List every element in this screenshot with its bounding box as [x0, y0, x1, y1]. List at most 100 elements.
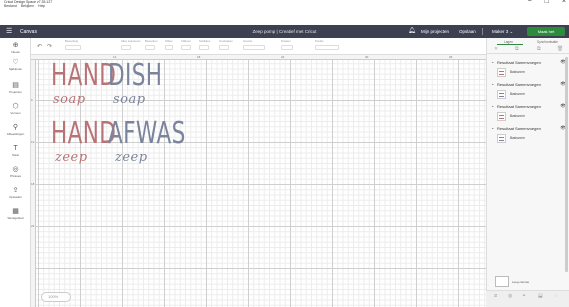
- chevron-down-icon[interactable]: ⌄: [491, 103, 494, 108]
- design-word-hand[interactable]: HAND: [51, 61, 116, 91]
- chevron-down-icon[interactable]: ⌄: [491, 81, 494, 86]
- toolbar-group-flip[interactable]: Omdraaien: [219, 39, 233, 50]
- sidebar-item-templates[interactable]: ♡ Sjablonen: [0, 59, 31, 71]
- layer-name: Basisvorm: [510, 92, 525, 96]
- layer-row[interactable]: Basisvorm: [495, 133, 567, 143]
- layer-actions: ✕ ⧉ ⧉ 🗑︎: [487, 45, 569, 54]
- slice-icon[interactable]: ⧄: [494, 293, 497, 299]
- ruler-tick-label: 36: [449, 55, 453, 59]
- layer-group-header[interactable]: ⌄ Resultaat Samenvoegen 👁︎: [489, 125, 569, 132]
- toolbar-group-position[interactable]: Positie: [315, 39, 339, 50]
- toolbar-group-edit[interactable]: Bewerken: [145, 39, 157, 50]
- design-canvas[interactable]: HAND DISH soap soap HAND AFWAS zeep zeep: [31, 55, 486, 307]
- workspace-icon: ▦: [12, 208, 19, 215]
- zoom-control[interactable]: 100%: [41, 292, 71, 302]
- toolbar-group-offset[interactable]: Offset: [165, 39, 173, 50]
- title-bar: Cricut Design Space v7.35.127 Bestand Be…: [0, 0, 569, 8]
- sidebar-item-label: Vormen: [10, 111, 21, 115]
- tab-sync[interactable]: Synchronisatie: [537, 40, 558, 44]
- close-icon[interactable]: ×: [562, 0, 566, 5]
- design-script-soap[interactable]: soap: [113, 93, 146, 106]
- toolbar-group-label: Omdraaien: [219, 39, 233, 43]
- phrases-icon: ◎: [12, 166, 19, 173]
- sidebar-item-label: Werkgebied: [7, 216, 24, 220]
- maximize-icon[interactable]: □: [545, 0, 549, 5]
- blank-canvas-swatch[interactable]: [495, 276, 509, 287]
- toolbar-group-select-all[interactable]: Alles selecteren: [121, 39, 141, 50]
- toolbar-group-label: Draaien: [281, 39, 291, 43]
- app-header: ☰ Canvas Zeep pomp | Creatief met Cricut…: [0, 25, 569, 38]
- header-divider: [482, 28, 483, 35]
- toolbar-group-label: Bewerken: [145, 39, 158, 43]
- machine-selector[interactable]: Maker 3 ⌄: [492, 29, 513, 35]
- panel-scrollbar[interactable]: [565, 57, 568, 272]
- toolbar-group-arrange[interactable]: Schikken: [199, 39, 210, 50]
- design-script-zeep[interactable]: zeep: [55, 151, 88, 164]
- upload-icon: ⇪: [12, 187, 19, 194]
- layer-row[interactable]: Basisvorm: [495, 89, 567, 99]
- templates-icon: ♡: [12, 59, 19, 66]
- menu-item-help[interactable]: Help: [38, 4, 45, 8]
- make-it-button[interactable]: Maak het: [527, 27, 565, 36]
- sidebar-item-upload[interactable]: ⇪ Uploaden: [0, 187, 31, 199]
- toolbar-group-size[interactable]: Grootte: [243, 39, 265, 50]
- design-script-zeep[interactable]: zeep: [115, 151, 148, 164]
- toolbar-group-align[interactable]: Uitlijnen: [181, 39, 191, 50]
- menu-item-bestand[interactable]: Bestand: [4, 4, 17, 8]
- chevron-down-icon[interactable]: ⌄: [491, 59, 494, 64]
- attach-icon[interactable]: ⚭: [522, 293, 526, 299]
- layer-thumbnail: [497, 90, 506, 99]
- sidebar-item-images[interactable]: ⚲ Afbeeldingen: [0, 124, 31, 136]
- redo-icon[interactable]: ↷: [47, 43, 52, 50]
- duplicate-icon[interactable]: ⧉: [515, 46, 519, 52]
- sidebar-item-text[interactable]: T Tekst: [0, 145, 31, 157]
- layer-row[interactable]: Basisvorm: [495, 111, 567, 121]
- left-sidebar: ⊕ Nieuw ♡ Sjablonen ▤ Projecten ⬡ Vormen…: [0, 38, 31, 307]
- zoom-level: 100%: [48, 294, 59, 299]
- layer-group-name: Resultaat Samenvoegen: [497, 60, 541, 65]
- sidebar-item-phrases[interactable]: ◎ Phrases: [0, 166, 31, 178]
- ruler-tick-label: 30: [365, 55, 369, 59]
- save-link[interactable]: Opslaan: [459, 29, 476, 34]
- layer-thumbnail: [497, 134, 506, 143]
- toolbar-group-rotate[interactable]: Draaien: [281, 39, 293, 50]
- chevron-down-icon[interactable]: ⌄: [491, 125, 494, 130]
- app-window: Cricut Design Space v7.35.127 Bestand Be…: [0, 0, 569, 307]
- ruler-tick-label: 18: [197, 55, 201, 59]
- ruler-tick-label: 6: [31, 98, 33, 102]
- projects-icon: ▤: [12, 82, 19, 89]
- my-projects-link[interactable]: Mijn projecten: [421, 29, 449, 34]
- horizontal-ruler: 12 18 24 30 36: [31, 55, 486, 60]
- sidebar-item-projects[interactable]: ▤ Projecten: [0, 82, 31, 94]
- menu-item-bekijken[interactable]: Bekijken: [21, 4, 34, 8]
- sidebar-item-workspace[interactable]: ▦ Werkgebied: [0, 208, 31, 220]
- window-controls: − □ ×: [528, 0, 566, 5]
- design-word-hand[interactable]: HAND: [51, 119, 116, 149]
- layer-name: Basisvorm: [510, 114, 525, 118]
- design-script-soap[interactable]: soap: [53, 93, 86, 106]
- flatten-icon[interactable]: ⬓: [538, 293, 543, 299]
- sidebar-item-new[interactable]: ⊕ Nieuw: [0, 42, 31, 54]
- sidebar-item-label: Projecten: [9, 90, 22, 94]
- copy-icon[interactable]: ⧉: [537, 46, 541, 52]
- design-word-afwas[interactable]: AFWAS: [108, 119, 186, 149]
- sidebar-item-label: Tekst: [11, 153, 19, 157]
- layer-group-header[interactable]: ⌄ Resultaat Samenvoegen 👁︎: [489, 59, 569, 66]
- sidebar-item-shapes[interactable]: ⬡ Vormen: [0, 103, 31, 115]
- shapes-icon: ⬡: [12, 103, 19, 110]
- weld-icon[interactable]: ◍: [508, 293, 512, 299]
- ungroup-icon[interactable]: ✕: [494, 46, 498, 52]
- undo-icon[interactable]: ↶: [37, 43, 42, 50]
- layer-group-header[interactable]: ⌄ Resultaat Samenvoegen 👁︎: [489, 103, 569, 110]
- layer-group-header[interactable]: ⌄ Resultaat Samenvoegen 👁︎: [489, 81, 569, 88]
- toolbar-group-operation[interactable]: Bewerking: [65, 39, 81, 50]
- design-word-dish[interactable]: DISH: [108, 61, 162, 91]
- layer-row[interactable]: Basisvorm: [495, 67, 567, 77]
- toolbar-group-label: Grootte: [243, 39, 253, 43]
- delete-icon[interactable]: 🗑︎: [557, 46, 563, 52]
- bell-icon[interactable]: 🔔︎: [408, 27, 416, 34]
- layers-panel: Lagen Synchronisatie ✕ ⧉ ⧉ 🗑︎ ⌄ Resultaa…: [486, 38, 569, 307]
- minimize-icon[interactable]: −: [528, 0, 532, 5]
- contour-icon[interactable]: ◌: [554, 293, 557, 299]
- ruler-tick-label: 12: [31, 140, 35, 144]
